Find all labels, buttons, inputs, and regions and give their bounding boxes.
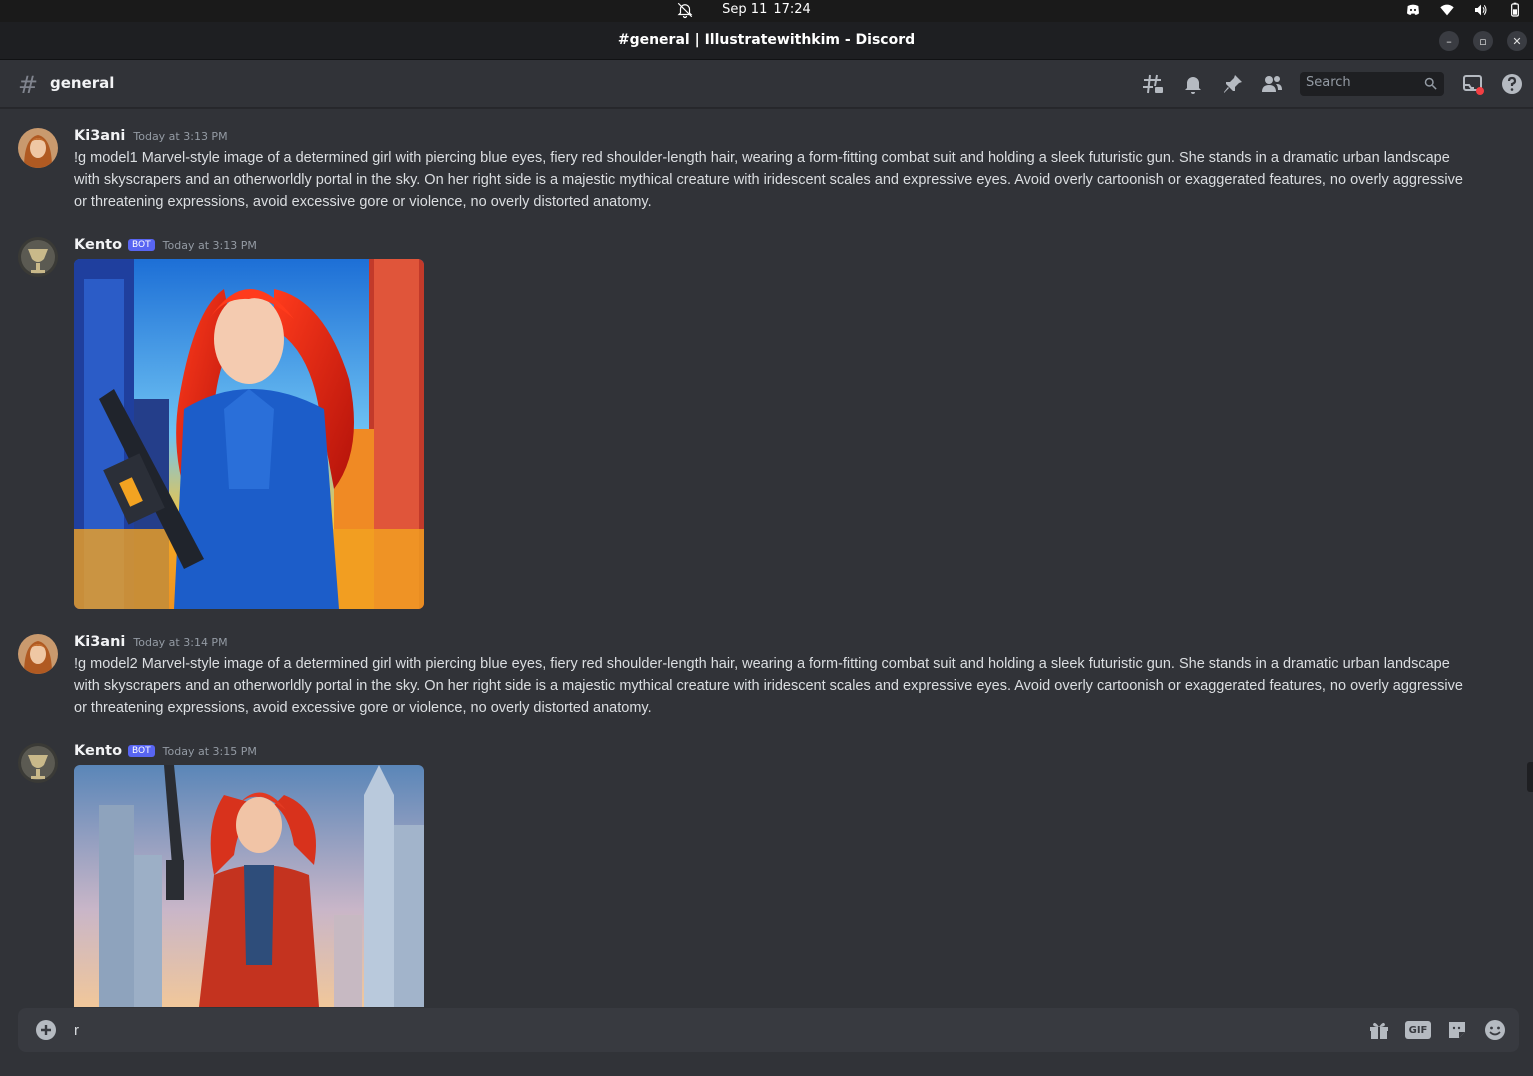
message-timestamp: Today at 3:13 PM [162,239,257,252]
message-author[interactable]: Ki3ani [74,128,125,144]
os-time: 17:24 [773,2,811,17]
member-list-icon[interactable] [1260,72,1284,96]
search-box[interactable] [1300,72,1444,96]
message-author[interactable]: Ki3ani [74,634,125,650]
emoji-icon[interactable] [1483,1018,1507,1042]
close-button[interactable]: ✕ [1507,31,1527,51]
discord-tray-icon[interactable] [1405,2,1421,18]
notifications-muted-icon[interactable] [676,1,694,19]
message-content: !g model2 Marvel-style image of a determ… [74,656,1463,716]
message-timestamp: Today at 3:15 PM [162,745,257,758]
message-content: !g model1 Marvel-style image of a determ… [74,150,1463,210]
image-attachment[interactable] [74,765,424,1007]
gif-button[interactable]: GIF [1405,1021,1431,1039]
notification-bell-icon[interactable] [1181,72,1205,96]
avatar[interactable] [18,237,58,277]
bot-tag: BOT [128,239,155,251]
window-title-bar: #general | Illustratewithkim - Discord –… [0,22,1533,60]
os-clock[interactable]: Sep 11 17:24 [0,2,1533,17]
message-timestamp: Today at 3:14 PM [133,636,228,649]
search-input[interactable] [1306,75,1416,90]
channel-header: # general [0,60,1533,108]
minimize-button[interactable]: – [1439,31,1459,51]
help-icon[interactable] [1500,72,1524,96]
channel-name: general [50,74,115,92]
message-author[interactable]: Kento [74,237,122,253]
message-author[interactable]: Kento [74,743,122,759]
avatar[interactable] [18,128,58,168]
message-timestamp: Today at 3:13 PM [133,130,228,143]
add-attachment-icon[interactable] [34,1018,58,1042]
message-input[interactable] [74,1018,1324,1042]
channel-hash-icon: # [18,71,39,99]
threads-icon[interactable] [1141,72,1165,96]
os-top-bar: Sep 11 17:24 [0,0,1533,22]
pin-icon[interactable] [1221,72,1245,96]
sticker-icon[interactable] [1445,1018,1469,1042]
window-title: #general | Illustratewithkim - Discord [617,32,916,48]
search-icon[interactable] [1423,76,1438,91]
image-attachment[interactable] [74,259,424,609]
avatar[interactable] [18,634,58,674]
message-list[interactable]: Ki3ani Today at 3:13 PM !g model1 Marvel… [0,109,1533,1007]
avatar[interactable] [18,743,58,783]
bot-tag: BOT [128,745,155,757]
volume-icon[interactable] [1473,2,1489,18]
wifi-icon[interactable] [1439,2,1455,18]
os-date: Sep 11 [722,2,768,17]
maximize-button[interactable]: ▫ [1473,31,1493,51]
gift-icon[interactable] [1367,1018,1391,1042]
scrollbar-thumb[interactable] [1527,762,1533,792]
battery-icon[interactable] [1507,2,1523,18]
inbox-icon[interactable] [1461,72,1485,96]
message-composer: GIF [18,1008,1519,1052]
